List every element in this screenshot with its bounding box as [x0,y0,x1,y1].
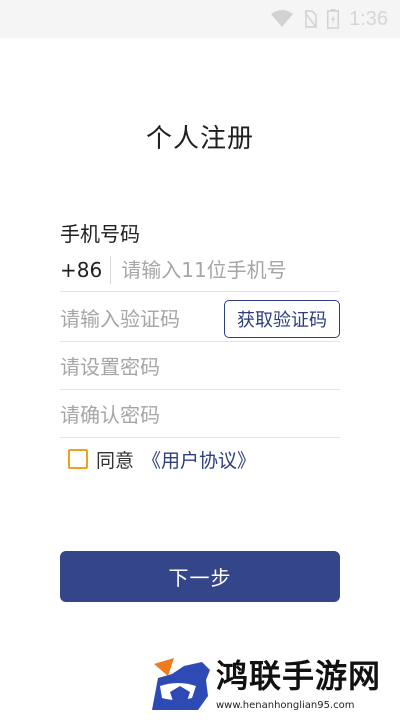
agreement-row: 同意 《用户协议》 [68,446,256,472]
code-row: 获取验证码 [60,296,340,342]
get-code-button[interactable]: 获取验证码 [224,299,340,338]
agree-checkbox[interactable] [68,449,88,469]
next-step-button[interactable]: 下一步 [60,551,340,602]
agree-text: 同意 [96,449,135,472]
confirm-password-input[interactable] [60,392,340,437]
watermark-title: 鸿联手游网 [216,657,382,695]
phone-row: +86 [60,248,340,292]
no-sim-icon [303,10,317,28]
watermark-url: www.henanhonglian95.com [216,700,355,711]
watermark: 鸿联手游网 www.henanhonglian95.com [150,656,400,720]
buffalo-logo-icon [150,656,212,714]
battery-icon [327,9,340,29]
phone-input[interactable] [111,248,340,291]
status-bar: 1:36 [0,0,400,38]
user-agreement-link[interactable]: 《用户协议》 [142,446,256,473]
country-code[interactable]: +86 [60,255,112,284]
verification-code-input[interactable] [60,296,224,341]
password-row [60,344,340,390]
page-title: 个人注册 [145,124,254,154]
confirm-password-row [60,392,340,438]
status-time: 1:36 [349,7,388,30]
phone-label: 手机号码 [60,222,140,246]
password-input[interactable] [60,344,340,389]
wifi-icon [271,10,294,28]
